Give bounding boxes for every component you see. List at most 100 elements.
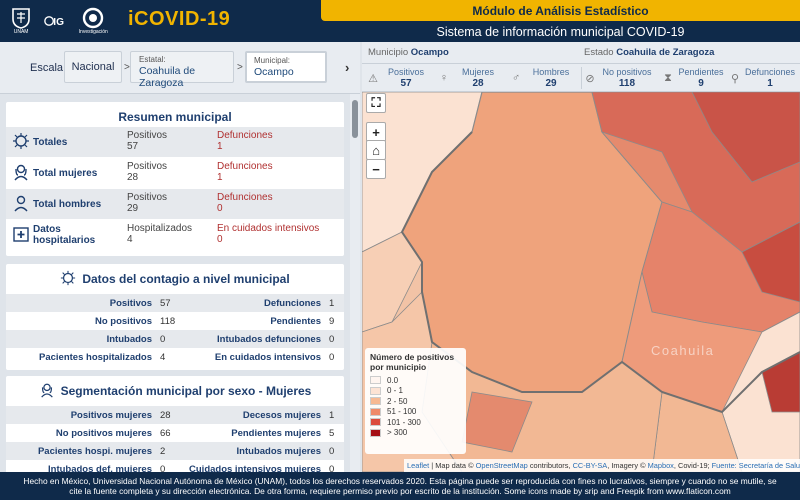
woman-icon [12, 163, 30, 181]
legend-label: 2 - 50 [387, 396, 408, 406]
scale-municipal-button[interactable]: Municipal: Ocampo [245, 51, 327, 83]
stat-value: 4 [160, 352, 166, 363]
mapbox-link[interactable]: Mapbox [648, 461, 674, 470]
attribution-text: , Imagery © [607, 461, 648, 470]
defunciones-label: Defunciones [217, 192, 273, 203]
municipio-label: Municipio [368, 47, 409, 58]
stat-value: 9 [329, 316, 335, 327]
scale-nacional-button[interactable]: Nacional [64, 51, 122, 83]
stat-value: 29 [545, 78, 557, 89]
mujeres-card: Segmentación municipal por sexo - Mujere… [6, 376, 344, 472]
stat-label: Pacientes hospitalizados [39, 352, 152, 363]
leaflet-link[interactable]: Leaflet [407, 461, 429, 470]
fullscreen-button[interactable]: ⛶ [366, 93, 386, 113]
legend-label: 101 - 300 [387, 417, 421, 427]
stat-label: Defunciones [263, 298, 321, 309]
app-header: UNAM IG Investigación iCOVID-19 Módulo d… [0, 0, 800, 42]
municipio-header: Municipio Ocampo Estado Coahuila de Zara… [362, 42, 800, 64]
warning-icon: ⚠ [368, 72, 378, 85]
stat-label: En cuidados intensivos [214, 352, 321, 363]
unam-logo-label: UNAM [13, 29, 29, 35]
estado-label: Estado [584, 47, 614, 58]
scrollbar-thumb[interactable] [352, 100, 358, 138]
map-region-label: Coahuila [651, 343, 715, 358]
attribution-text: | Map data © [429, 461, 476, 470]
legend-swatch [370, 397, 381, 406]
source-link[interactable]: Fuente: Secretaría de Salud 2020 [712, 461, 800, 470]
stat-label: Decesos mujeres [242, 410, 321, 421]
scale-breadcrumb: Escala: Nacional > Estatal: Coahuila de … [0, 42, 360, 94]
ig-logo[interactable]: IG [44, 10, 66, 32]
stats-bar: ⚠ Positivos 57 ♀ Mujeres 28 ♂ Hombres 29 ⊘ … [362, 64, 800, 92]
left-panel: Resumen municipal Totales Positivos 57 De… [0, 94, 360, 472]
breadcrumb-separator: > [237, 62, 243, 73]
stat-label: Positivos [109, 298, 152, 309]
mujeres-title: Segmentación municipal por sexo - Mujere… [60, 384, 312, 398]
stat-no-positivos: ⊘ No positivos 118 [583, 66, 659, 90]
legend-swatch [370, 428, 381, 437]
legend-swatch [370, 376, 381, 385]
stat-pendientes: ⧗ Pendientes 9 [661, 66, 729, 90]
map-legend: Número de positivos por municipio 0.0 0 … [365, 348, 466, 454]
table-row: Intubados 0 Intubados defunciones 0 [6, 330, 344, 348]
name-line: Datos [33, 224, 61, 235]
conacyt-logo[interactable]: Investigación [79, 7, 108, 35]
resumen-row-name: Datos hospitalarios [33, 224, 95, 246]
stat-value: 1 [329, 410, 335, 421]
legend-label: > 300 [387, 428, 408, 438]
stat-value: 118 [160, 316, 176, 327]
legend-swatch [370, 407, 381, 416]
zoom-out-button[interactable]: − [366, 159, 386, 179]
stat-label: Intubados [106, 334, 152, 345]
legend-item: 101 - 300 [370, 417, 461, 428]
footer: Hecho en México, Universidad Nacional Au… [0, 472, 800, 500]
defunciones-label: Defunciones [217, 130, 273, 141]
stat-value: 0 [329, 334, 335, 345]
stat-label: Pendientes mujeres [231, 428, 321, 439]
stat-value: 5 [329, 428, 335, 439]
attribution-text: contributors, [527, 461, 573, 470]
positivos-value: 28 [127, 172, 139, 183]
legend-label: 51 - 100 [387, 407, 417, 417]
osm-link[interactable]: OpenStreetMap [476, 461, 528, 470]
legend-item: 2 - 50 [370, 396, 461, 407]
cuidados-intensivos-value: 0 [217, 234, 223, 245]
legend-item: 0 - 1 [370, 386, 461, 397]
stat-value: 57 [400, 78, 412, 89]
stat-label: Cuidados intensivos mujeres [189, 464, 321, 472]
stat-label: Pendientes [678, 67, 724, 77]
conacyt-logo-label: Investigación [78, 29, 108, 35]
positivos-label: Positivos [127, 192, 168, 203]
person-down-icon: ⚲ [730, 72, 740, 85]
virus-icon [60, 270, 76, 289]
stat-label: No positivos mujeres [55, 428, 152, 439]
municipal-value: Ocampo [254, 66, 294, 78]
stat-value: 0 [329, 352, 335, 363]
chevron-right-icon[interactable]: › [345, 60, 349, 75]
cuidados-intensivos-label: En cuidados intensivos [217, 223, 320, 234]
left-panel-scrollbar[interactable] [350, 94, 360, 472]
unam-logo[interactable]: UNAM [10, 7, 32, 35]
hospitalizados-value: 4 [127, 234, 133, 245]
table-row: No positivos 118 Pendientes 9 [6, 312, 344, 330]
legend-label: 0 - 1 [387, 386, 404, 396]
ccbysa-link[interactable]: CC-BY-SA [573, 461, 608, 470]
table-row: Pacientes hospi. mujeres 2 Intubados mujer… [6, 442, 344, 460]
stat-value: 57 [160, 298, 171, 309]
map-attribution: Leaflet | Map data © OpenStreetMap contr… [404, 459, 800, 472]
stat-label: Intubados def. mujeres [48, 464, 152, 472]
zoom-in-button[interactable]: + [366, 122, 386, 142]
home-button[interactable]: ⌂ [366, 140, 386, 160]
resumen-row-name: Totales [33, 137, 68, 148]
svg-text:IG: IG [54, 17, 65, 28]
defunciones-value: 0 [217, 203, 223, 214]
table-row: Pacientes hospitalizados 4 En cuidados int… [6, 348, 344, 366]
virus-icon [12, 132, 30, 150]
stat-value: 0 [329, 446, 335, 457]
legend-swatch [370, 386, 381, 395]
positivos-label: Positivos [127, 130, 168, 141]
positivos-label: Positivos [127, 161, 168, 172]
stat-label: Intubados defunciones [217, 334, 321, 345]
scale-estatal-button[interactable]: Estatal: Coahuila de Zaragoza [130, 51, 234, 89]
positivos-value: 57 [127, 141, 139, 152]
